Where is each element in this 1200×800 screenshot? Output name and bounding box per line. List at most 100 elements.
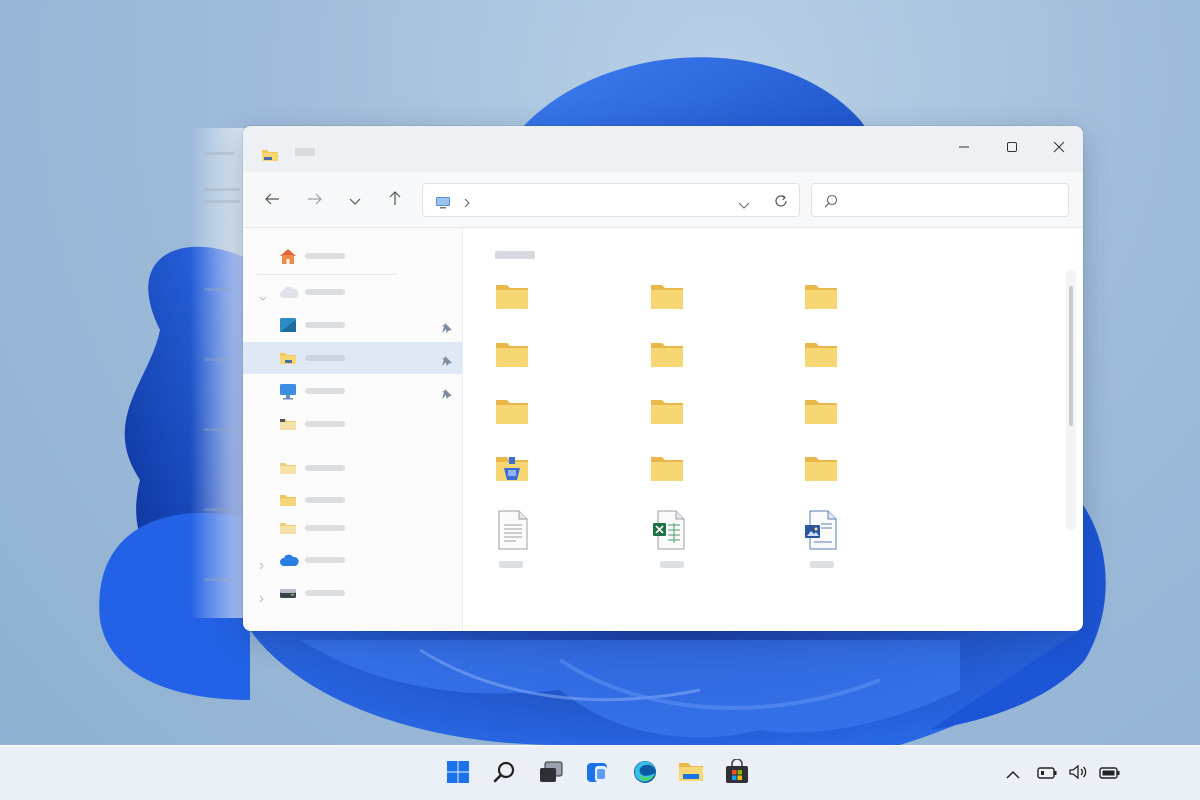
volume-button[interactable] [1068, 764, 1090, 784]
taskbar-search-button[interactable] [490, 759, 520, 789]
folder-tile[interactable] [495, 454, 585, 510]
folder-tile[interactable] [650, 282, 740, 338]
task-view-button[interactable] [536, 759, 566, 789]
refresh-icon [773, 194, 789, 213]
task-view-icon [538, 760, 564, 788]
file-explorer-button[interactable] [676, 759, 706, 789]
arrow-up-icon [388, 190, 402, 210]
maximize-button[interactable] [989, 130, 1035, 164]
pin-icon[interactable] [441, 319, 453, 338]
folder-icon [261, 147, 279, 166]
show-hidden-icons-button[interactable] [1004, 764, 1022, 784]
file-tile[interactable] [804, 510, 894, 572]
sidebar-divider [257, 274, 397, 275]
sidebar-item-folder[interactable] [243, 512, 462, 544]
folder-icon [279, 520, 297, 539]
folder-tile[interactable] [495, 340, 585, 396]
back-button[interactable] [260, 190, 284, 210]
address-dropdown-button[interactable] [738, 195, 750, 214]
sidebar-item-desktop[interactable] [243, 309, 462, 341]
volume-icon [1068, 764, 1090, 784]
sidebar-item-onedrive[interactable] [243, 544, 462, 576]
section-header [495, 251, 535, 259]
folder-tile[interactable] [650, 340, 740, 396]
excel-file-icon [652, 510, 686, 554]
folder-icon [279, 460, 297, 479]
folder-tile[interactable] [804, 397, 894, 453]
folder-tile[interactable] [650, 397, 740, 453]
window-title [295, 148, 315, 156]
sidebar-item-downloads[interactable] [243, 342, 462, 374]
widgets-icon [585, 760, 611, 788]
sidebar-item-drive[interactable] [243, 577, 462, 609]
monitor-icon [279, 383, 297, 404]
folder-icon [650, 454, 684, 486]
minimize-button[interactable] [941, 130, 987, 164]
folder-icon [650, 340, 684, 372]
search-icon [493, 760, 517, 788]
image-file-icon [804, 510, 840, 554]
sidebar-item-monitor[interactable] [243, 375, 462, 407]
sidebar-item-folder[interactable] [243, 452, 462, 484]
onedrive-icon [279, 552, 299, 571]
folder-tile[interactable] [804, 454, 894, 510]
refresh-button[interactable] [773, 193, 789, 213]
folder-tile[interactable] [804, 282, 894, 338]
widgets-button[interactable] [583, 759, 613, 789]
cloud-icon [279, 284, 299, 303]
arrow-left-icon [264, 191, 280, 210]
folder-icon [495, 340, 529, 372]
chevron-right-icon[interactable] [259, 588, 265, 607]
folder-tile[interactable] [495, 282, 585, 338]
store-button[interactable] [722, 758, 752, 789]
sidebar-item-home[interactable] [243, 240, 462, 272]
battery-saver-button[interactable] [1036, 764, 1058, 784]
pin-icon[interactable] [441, 352, 453, 371]
sidebar-item-label [305, 289, 345, 295]
search-input[interactable] [848, 190, 1058, 210]
folder-icon [804, 282, 838, 314]
vertical-scrollbar[interactable] [1066, 270, 1076, 530]
chevron-down-icon[interactable] [259, 287, 267, 306]
sidebar-item-label [305, 465, 345, 471]
folder-tile[interactable] [650, 454, 740, 510]
recent-locations-button[interactable] [343, 190, 367, 210]
close-button[interactable] [1036, 130, 1082, 164]
file-tile[interactable] [652, 510, 742, 572]
edge-button[interactable] [630, 759, 660, 789]
battery-saver-icon [1037, 765, 1057, 784]
folder-tile[interactable] [804, 340, 894, 396]
pin-icon[interactable] [441, 385, 453, 404]
battery-button[interactable] [1098, 764, 1122, 784]
sidebar-item-label [305, 525, 345, 531]
start-button[interactable] [443, 759, 473, 789]
folder-icon [279, 492, 297, 511]
minimize-icon [958, 138, 970, 157]
sidebar-item-folder[interactable] [243, 408, 462, 440]
sidebar-item-cloud[interactable] [243, 276, 462, 308]
up-button[interactable] [383, 190, 407, 210]
file-tile[interactable] [497, 510, 587, 572]
address-bar[interactable] [422, 183, 800, 217]
close-icon [1053, 138, 1065, 157]
folder-icon [650, 397, 684, 429]
folder-tile[interactable] [495, 397, 585, 453]
chevron-right-icon[interactable] [259, 555, 265, 574]
scrollbar-thumb[interactable] [1069, 286, 1073, 426]
title-bar[interactable] [243, 126, 1083, 172]
chevron-down-icon [349, 191, 361, 210]
search-icon [824, 193, 838, 212]
sidebar-item-label [305, 557, 345, 563]
maximize-icon [1006, 138, 1018, 157]
sidebar-item-label [305, 497, 345, 503]
forward-button[interactable] [303, 190, 327, 210]
navigation-pane [243, 228, 463, 631]
desktop-icon [279, 317, 297, 337]
taskbar [0, 745, 1200, 800]
chevron-right-icon[interactable] [463, 194, 471, 213]
sidebar-item-label [305, 421, 345, 427]
folder-icon [804, 454, 838, 486]
file-explorer-window[interactable] [243, 126, 1083, 631]
search-box[interactable] [811, 183, 1069, 217]
sidebar-item-label [305, 388, 345, 394]
